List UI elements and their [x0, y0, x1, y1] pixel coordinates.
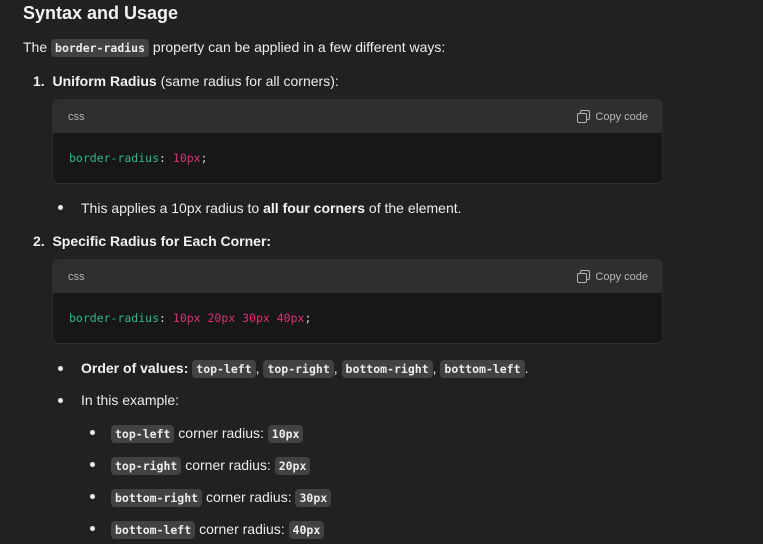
code-semicolon: ; [304, 311, 312, 325]
inline-code: bottom-right [111, 489, 203, 507]
inline-code: 30px [295, 489, 332, 507]
code-colon: : [159, 151, 166, 165]
sub-bullet-text: corner radius: [199, 521, 285, 537]
code-block-body[interactable]: border-radius: 10px 20px 30px 40px; [53, 293, 662, 343]
intro-text-after: property can be applied in a few differe… [152, 39, 446, 55]
bullet-dot [90, 494, 95, 499]
code-block-1: css Copy code border-radius: 10px; [52, 99, 663, 184]
code-property: border-radius [69, 151, 160, 165]
list-item-2: 2. Specific Radius for Each Corner: [33, 231, 271, 251]
code-property: border-radius [69, 311, 160, 325]
section-heading: Syntax and Usage [23, 3, 179, 23]
copy-icon [577, 270, 591, 283]
inline-code: top-left [192, 360, 256, 378]
order-label: Order of values: [81, 360, 189, 376]
copy-code-button[interactable]: Copy code [577, 110, 648, 123]
copy-icon [577, 110, 591, 123]
bullet-text-after: of the element. [368, 200, 462, 216]
list-item-1: 1. Uniform Radius (same radius for all c… [33, 71, 339, 91]
sub-bullet-text: corner radius: [205, 489, 292, 505]
sub-bullet-item: top-right corner radius: 20px [111, 455, 311, 476]
list-number: 2. [33, 233, 45, 249]
code-value: 10px [172, 151, 201, 165]
sub-bullet-text: corner radius: [185, 457, 271, 473]
code-semicolon: ; [200, 151, 208, 165]
example-label: In this example: [81, 392, 180, 408]
sub-bullet-item: top-left corner radius: 10px [111, 423, 304, 444]
inline-code: 40px [288, 521, 325, 539]
copy-code-button[interactable]: Copy code [577, 270, 648, 283]
code-value: 10px 20px 30px 40px [172, 311, 305, 325]
code-colon: : [159, 311, 166, 325]
inline-code: border-radius [51, 39, 150, 57]
code-block-body[interactable]: border-radius: 10px; [53, 133, 662, 183]
separator: , [333, 360, 338, 376]
inline-code: top-right [111, 457, 182, 475]
period: . [524, 360, 529, 376]
list-number: 1. [33, 73, 45, 89]
item-title: Specific Radius for Each Corner: [52, 233, 272, 249]
inline-code: 20px [274, 457, 311, 475]
code-language: css [68, 110, 85, 123]
sub-bullet-item: bottom-left corner radius: 40px [111, 519, 325, 540]
item-title-rest: (same radius for all corners): [160, 73, 339, 89]
separator: , [255, 360, 260, 376]
bullet-bold-text: all four corners [263, 200, 366, 216]
intro-paragraph: The border-radius property can be applie… [23, 37, 445, 58]
inline-code: bottom-left [111, 521, 196, 539]
bullet-dot [58, 205, 63, 210]
order-bullet: Order of values: top-left, top-right, bo… [81, 358, 528, 379]
code-block-2: css Copy code border-radius: 10px 20px 3… [52, 259, 663, 344]
inline-code: top-left [111, 425, 175, 443]
bullet-text-before: This applies a 10px radius to [81, 200, 260, 216]
bullet-dot [90, 430, 95, 435]
code-block-header: css Copy code [53, 100, 662, 133]
sub-bullet-text: corner radius: [178, 425, 264, 441]
bullet-dot [58, 366, 63, 371]
inline-code: 10px [267, 425, 304, 443]
copy-code-label: Copy code [595, 110, 648, 123]
separator: , [432, 360, 437, 376]
inline-code: bottom-left [440, 360, 525, 378]
bullet-item: This applies a 10px radius to all four c… [81, 198, 462, 218]
code-block-header: css Copy code [53, 260, 662, 293]
bullet-dot [58, 398, 63, 403]
copy-code-label: Copy code [595, 270, 648, 283]
bullet-dot [90, 462, 95, 467]
bullet-dot [90, 526, 95, 531]
inline-code: top-right [263, 360, 334, 378]
intro-text-before: The [23, 39, 48, 55]
inline-code: bottom-right [341, 360, 433, 378]
example-bullet: In this example: [81, 390, 179, 410]
item-title: Uniform Radius [52, 73, 157, 89]
code-language: css [68, 270, 85, 283]
sub-bullet-item: bottom-right corner radius: 30px [111, 487, 332, 508]
